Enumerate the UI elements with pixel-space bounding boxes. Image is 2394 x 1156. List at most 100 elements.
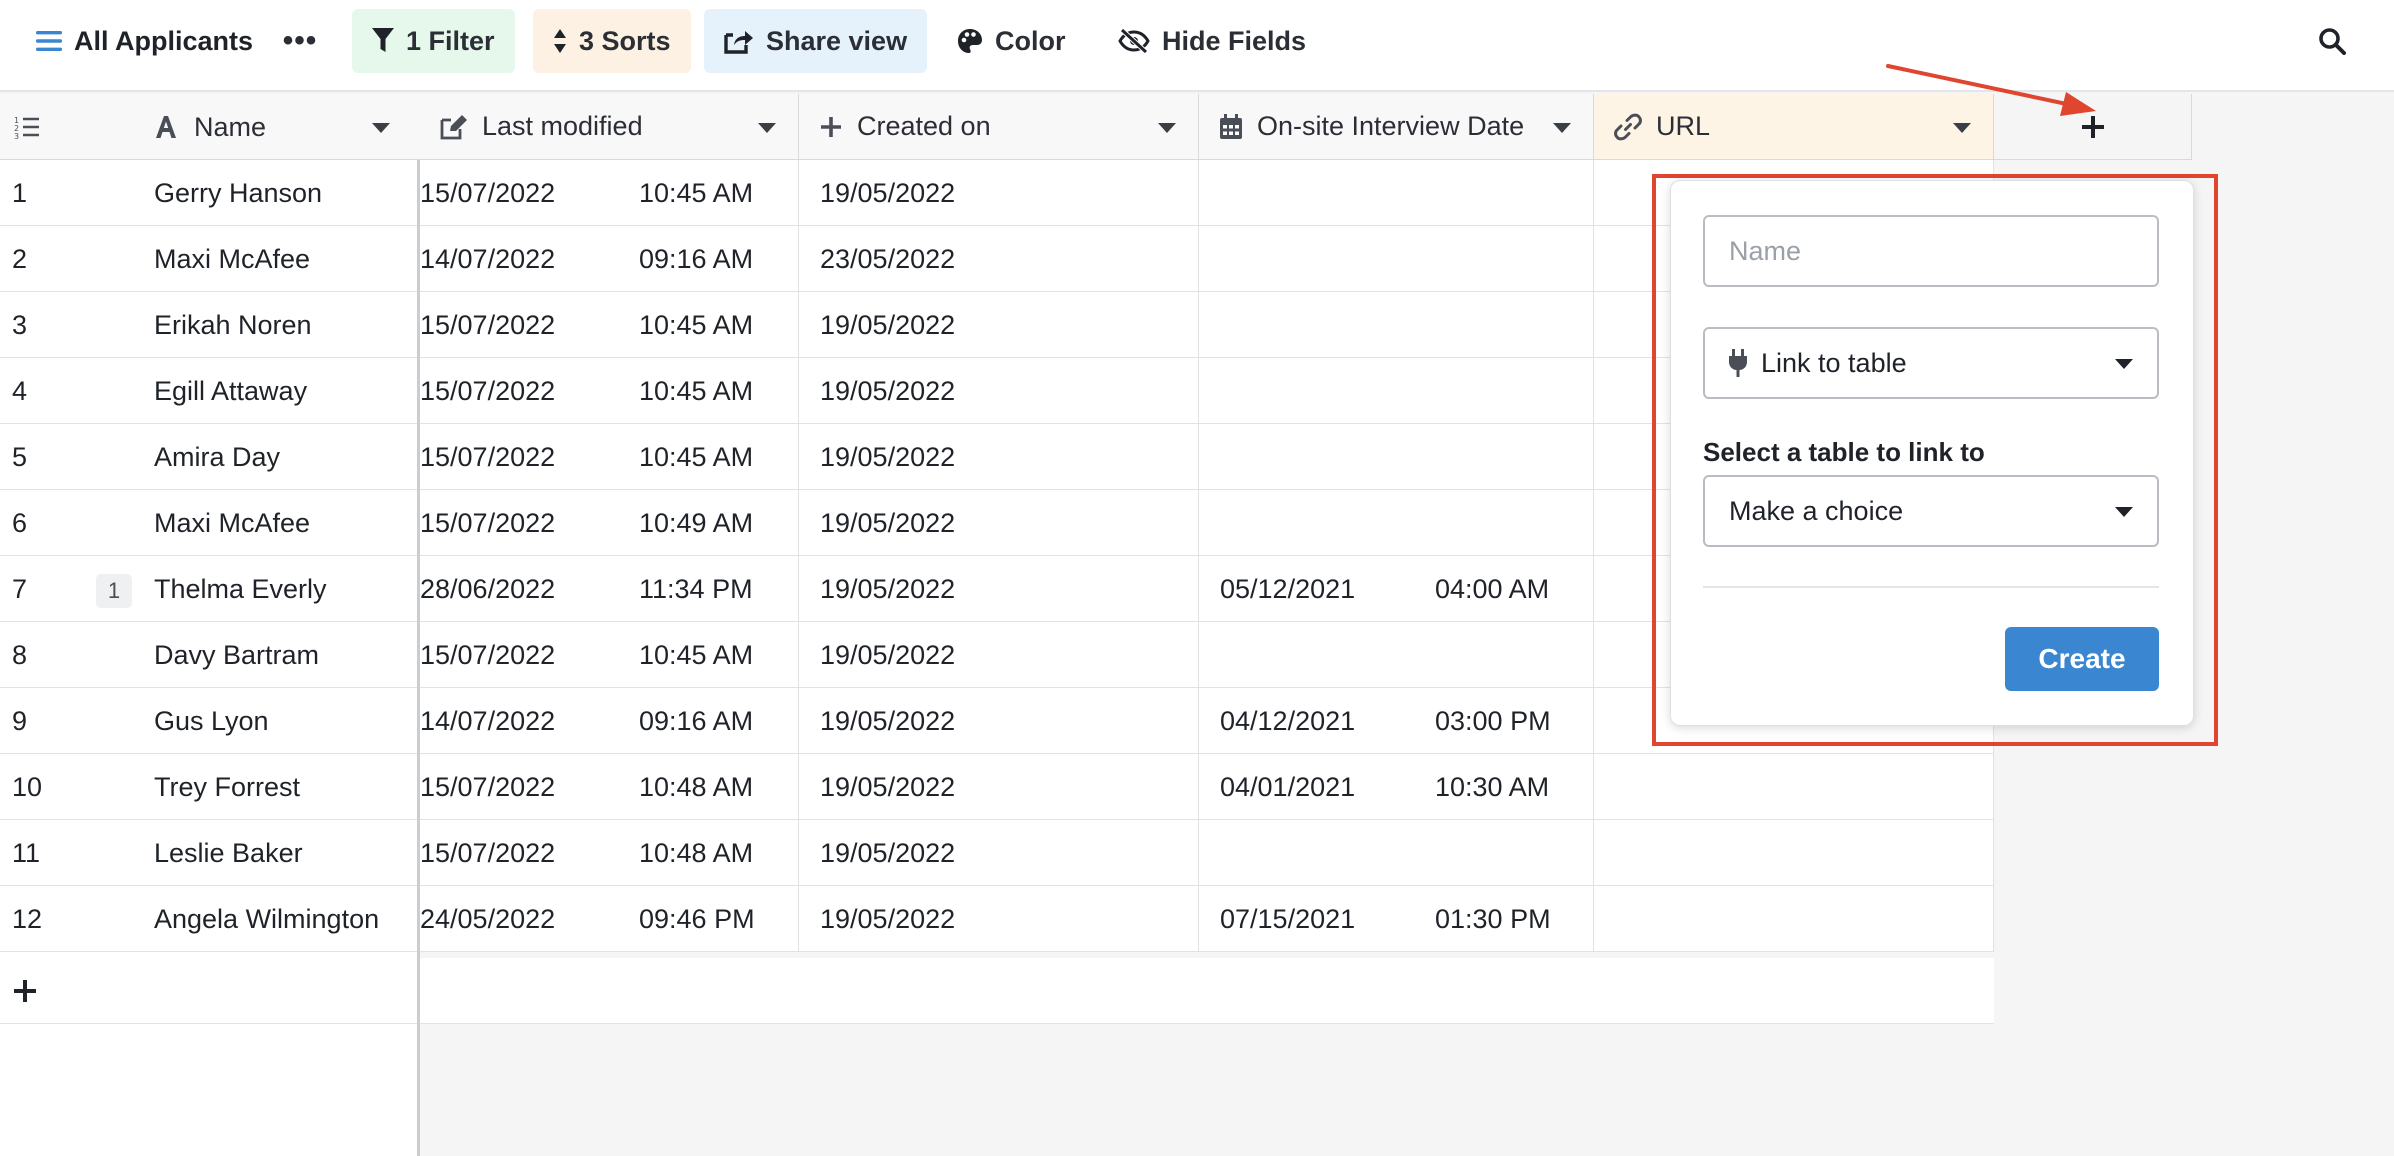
field-type-select[interactable]: Link to table: [1703, 327, 2159, 399]
name-cell[interactable]: Davy Bartram: [154, 622, 319, 688]
column-divider: [1198, 886, 1199, 952]
url-cell[interactable]: [1614, 820, 1994, 886]
name-cell[interactable]: Gerry Hanson: [154, 160, 322, 226]
last-modified-time: 10:45 AM: [639, 442, 754, 472]
url-cell[interactable]: [1614, 754, 1994, 820]
name-cell[interactable]: Amira Day: [154, 424, 280, 490]
sort-label: 3 Sorts: [579, 25, 671, 56]
interview-date-column-header[interactable]: On-site Interview Date: [1199, 94, 1594, 160]
chevron-down-icon[interactable]: [1158, 123, 1176, 133]
url-cell[interactable]: [1614, 886, 1994, 952]
table-row[interactable]: 12 Angela Wilmington: [0, 886, 417, 952]
table-row[interactable]: 9 Gus Lyon: [0, 688, 417, 754]
name-cell[interactable]: Leslie Baker: [154, 820, 303, 886]
column-divider: [1593, 622, 1594, 688]
field-name-input[interactable]: Name: [1703, 215, 2159, 287]
last-modified-date: 24/05/2022: [420, 904, 556, 934]
last-modified-date: 15/07/2022: [420, 508, 556, 538]
table-row[interactable]: 11 Leslie Baker: [0, 820, 417, 886]
name-cell[interactable]: Angela Wilmington: [154, 886, 379, 952]
interview-date-cell[interactable]: 05/12/2021: [1220, 556, 1355, 622]
more-options-button[interactable]: •••: [268, 9, 332, 73]
add-row-button[interactable]: [0, 958, 417, 1024]
palette-icon: [958, 29, 982, 53]
row-number: 6: [12, 508, 28, 538]
chevron-down-icon[interactable]: [372, 123, 390, 133]
sort-button[interactable]: 3 Sorts: [533, 9, 691, 73]
filter-button[interactable]: 1 Filter: [352, 9, 515, 73]
last-modified-date: 15/07/2022: [420, 640, 556, 670]
row-number: 2: [12, 244, 28, 274]
interview-date-cell[interactable]: 04/12/2021: [1220, 688, 1355, 754]
table-row[interactable]: 4 Egill Attaway: [0, 358, 417, 424]
share-view-button[interactable]: Share view: [704, 9, 928, 73]
last-modified-time: 11:34 PM: [639, 574, 753, 604]
column-divider: [798, 226, 799, 292]
color-button[interactable]: Color: [937, 9, 1086, 73]
plug-icon: [1729, 349, 1747, 377]
table-row[interactable]: 7 1 Thelma Everly: [0, 556, 417, 622]
create-button[interactable]: Create: [2005, 627, 2159, 691]
name-cell[interactable]: Erikah Noren: [154, 292, 312, 358]
table-row[interactable]: 10 Trey Forrest: [0, 754, 417, 820]
name-cell[interactable]: Egill Attaway: [154, 358, 307, 424]
name-cell[interactable]: Trey Forrest: [154, 754, 300, 820]
share-label: Share view: [766, 25, 908, 56]
column-divider: [798, 688, 799, 754]
field-type-value: Link to table: [1761, 347, 1907, 378]
table-row[interactable]: 8 Davy Bartram: [0, 622, 417, 688]
row-number: 4: [12, 376, 28, 406]
table-row[interactable]: 5 Amira Day: [0, 424, 417, 490]
table-row[interactable]: 3 Erikah Noren: [0, 292, 417, 358]
comment-count-badge[interactable]: 1: [96, 574, 132, 608]
chevron-down-icon[interactable]: [1953, 123, 1971, 133]
hide-fields-button[interactable]: Hide Fields: [1098, 9, 1326, 73]
hide-fields-label: Hide Fields: [1162, 25, 1307, 56]
column-divider: [1993, 886, 1994, 952]
created-on-cell: 19/05/2022: [820, 178, 956, 208]
name-cell[interactable]: Maxi McAfee: [154, 226, 310, 292]
interview-date-cell[interactable]: 07/15/2021: [1220, 886, 1355, 952]
name-column-label: Name: [194, 112, 267, 142]
chevron-down-icon[interactable]: [1553, 123, 1571, 133]
table-row[interactable]: 1 Gerry Hanson: [0, 160, 417, 226]
last-modified-column-header[interactable]: Last modified: [420, 94, 799, 160]
created-on-column-header[interactable]: Created on: [799, 94, 1199, 160]
search-button[interactable]: [2300, 9, 2364, 73]
color-label: Color: [995, 25, 1066, 56]
column-divider: [1593, 820, 1594, 886]
name-column-header[interactable]: 123 Name: [0, 94, 420, 160]
name-cell[interactable]: Gus Lyon: [154, 688, 269, 754]
column-divider: [1198, 292, 1199, 358]
plus-icon: [14, 980, 36, 1002]
name-cell[interactable]: Thelma Everly: [154, 556, 327, 622]
column-divider: [1993, 754, 1994, 820]
created-on-cell: 19/05/2022: [820, 508, 956, 538]
chevron-down-icon[interactable]: [758, 123, 776, 133]
column-divider: [1593, 226, 1594, 292]
add-row-area[interactable]: [420, 958, 1994, 1024]
interview-date-cell[interactable]: 04/01/2021: [1220, 754, 1355, 820]
created-on-cell: 19/05/2022: [820, 310, 956, 340]
view-selector[interactable]: All Applicants: [16, 9, 273, 73]
interview-time-cell: 10:30 AM: [1435, 772, 1550, 802]
created-on-cell: 19/05/2022: [820, 640, 956, 670]
frozen-columns: 123 Name 1 Gerry Hanson 2 Maxi McAfee 3 Erika…: [0, 94, 420, 1156]
last-modified-time: 09:16 AM: [639, 244, 754, 274]
column-divider: [798, 754, 799, 820]
table-row[interactable]: 15/07/2022 10:48 AM 19/05/2022 04/01/2021 10…: [420, 754, 1994, 820]
table-row[interactable]: 6 Maxi McAfee: [0, 490, 417, 556]
last-modified-date: 28/06/2022: [420, 574, 556, 604]
last-modified-date: 14/07/2022: [420, 244, 556, 274]
column-divider: [1198, 754, 1199, 820]
table-select-label: Select a table to link to: [1703, 437, 1985, 467]
created-on-cell: 19/05/2022: [820, 376, 956, 406]
table-row[interactable]: 2 Maxi McAfee: [0, 226, 417, 292]
column-divider: [1593, 424, 1594, 490]
table-row[interactable]: 24/05/2022 09:46 PM 19/05/2022 07/15/2021 01…: [420, 886, 1994, 952]
last-modified-time: 10:45 AM: [639, 178, 754, 208]
table-select-dropdown[interactable]: Make a choice: [1703, 475, 2159, 547]
chevron-down-icon: [2115, 507, 2133, 517]
table-row[interactable]: 15/07/2022 10:48 AM 19/05/2022: [420, 820, 1994, 886]
name-cell[interactable]: Maxi McAfee: [154, 490, 310, 556]
